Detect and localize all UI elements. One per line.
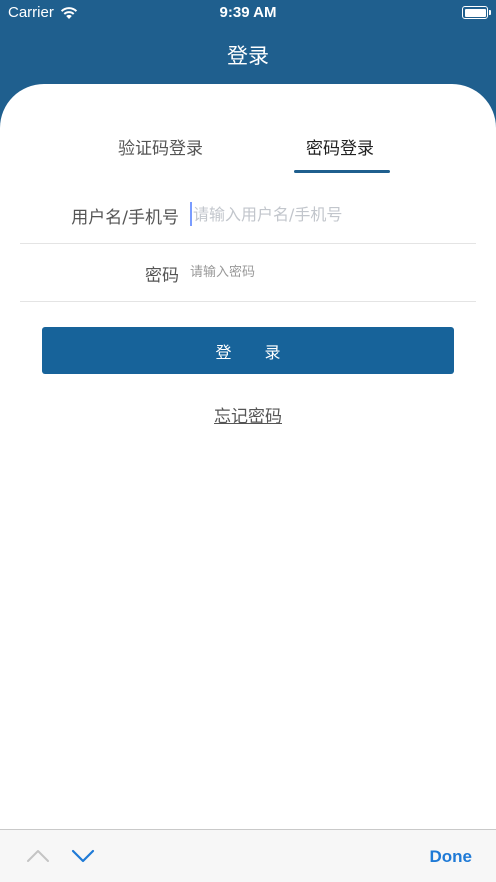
tab-sms-code-login[interactable]: 验证码登录 [118, 134, 203, 159]
status-time: 9:39 AM [219, 4, 277, 21]
chevron-up-icon[interactable] [25, 846, 51, 866]
login-tabs: 验证码登录 密码登录 [0, 134, 496, 174]
done-button[interactable]: Done [430, 847, 473, 867]
login-button[interactable]: 登 录 [42, 327, 454, 374]
page-title: 登录 [227, 44, 269, 68]
username-row: 用户名/手机号 [20, 186, 476, 244]
chevron-down-icon[interactable] [70, 846, 96, 866]
password-input[interactable] [190, 262, 460, 282]
tab-password-login[interactable]: 密码登录 [306, 134, 374, 159]
password-row: 密码 [20, 244, 476, 302]
status-bar: Carrier 9:39 AM [0, 0, 496, 26]
password-label: 密码 [145, 266, 179, 286]
active-tab-indicator [294, 170, 390, 173]
username-label: 用户名/手机号 [71, 208, 179, 228]
battery-full-icon [462, 6, 491, 19]
login-card: 验证码登录 密码登录 用户名/手机号 密码 登 录 忘记密码 [0, 84, 496, 829]
forgot-password-link[interactable]: 忘记密码 [214, 407, 282, 427]
forgot-password-container: 忘记密码 [0, 402, 496, 427]
keyboard-toolbar: Done [0, 829, 496, 882]
username-input[interactable] [190, 202, 460, 226]
